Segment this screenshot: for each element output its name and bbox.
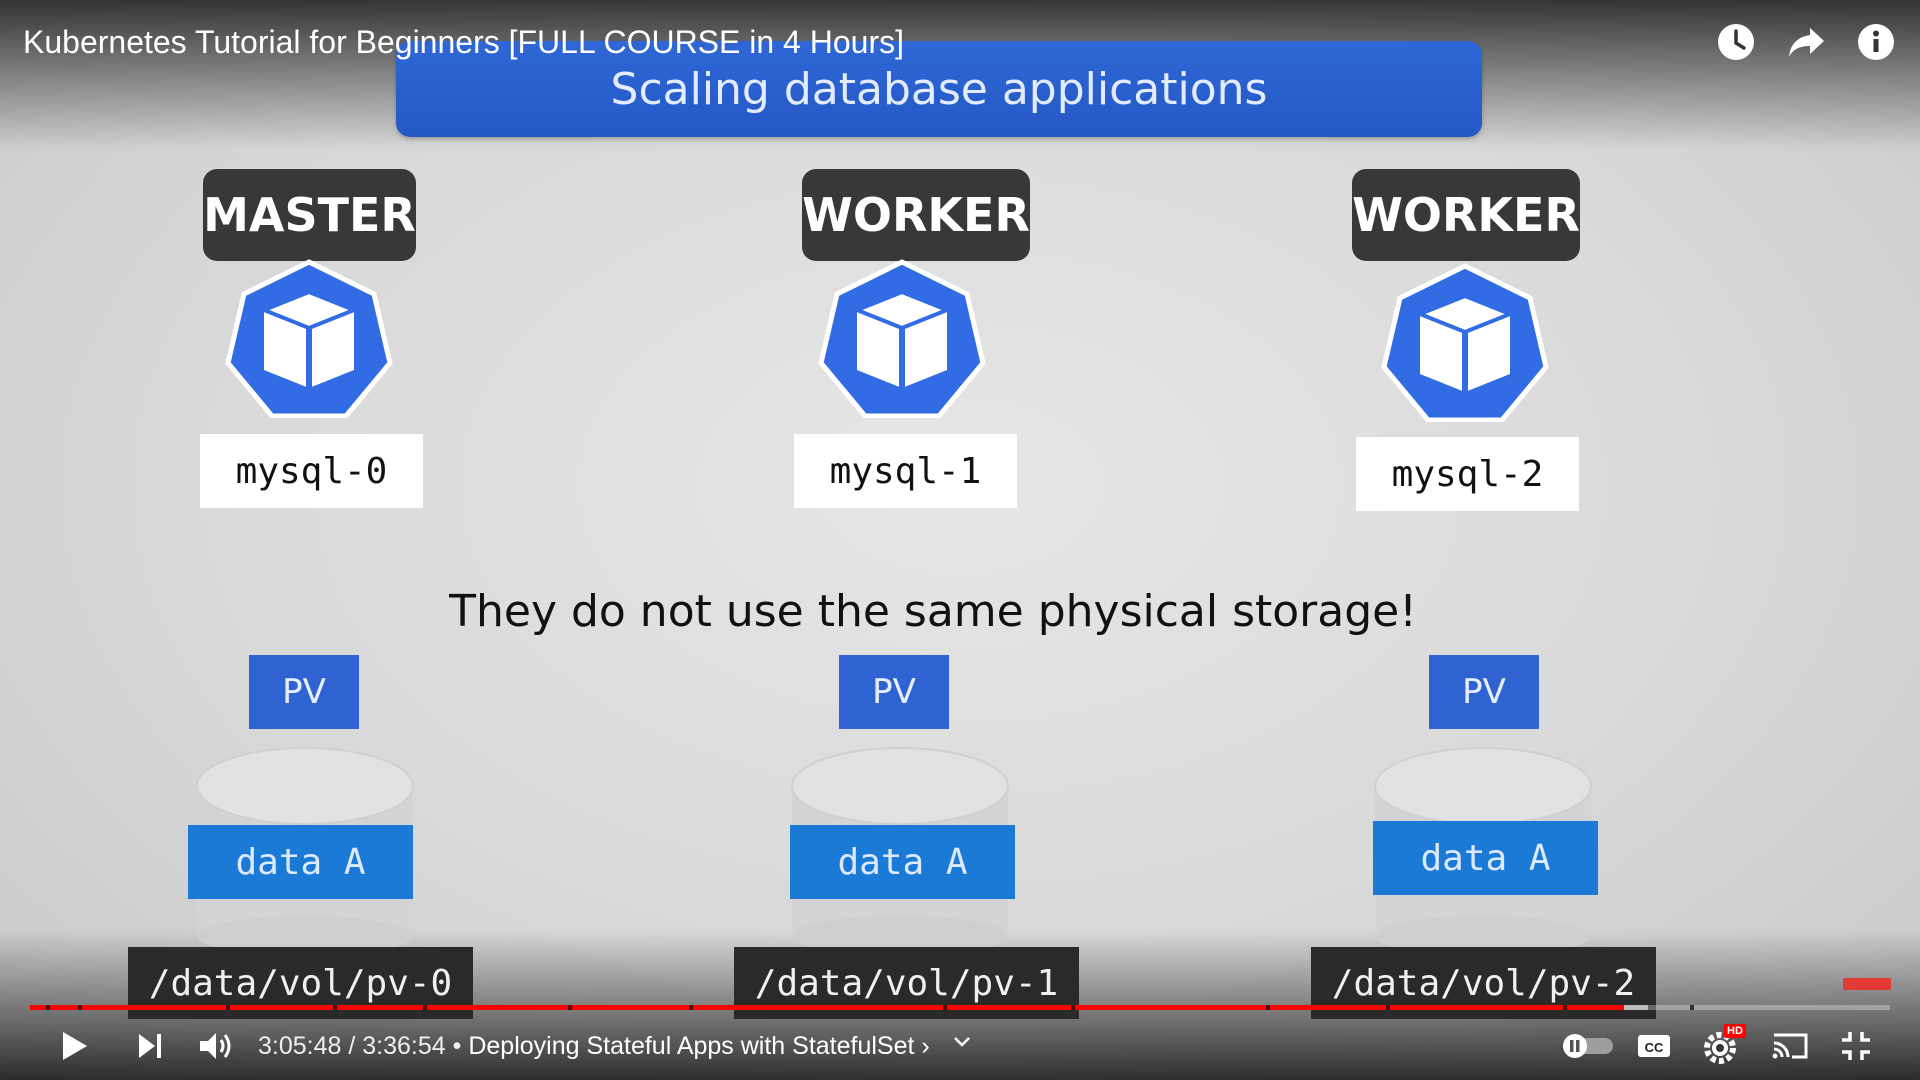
chevron-down-icon[interactable] xyxy=(938,1018,986,1066)
chapter-marker xyxy=(1386,1005,1390,1010)
chapter-bullet: • xyxy=(445,1032,469,1060)
player-controls: 3:05:48 / 3:36:54 • Deploying Stateful A… xyxy=(0,1022,1920,1072)
chapter-marker xyxy=(689,1005,693,1010)
progress-played xyxy=(30,1005,1625,1010)
duration: 3:36:54 xyxy=(362,1032,446,1060)
settings-gear-icon[interactable]: HD xyxy=(1700,1022,1748,1070)
share-icon[interactable] xyxy=(1786,22,1826,62)
cast-icon[interactable] xyxy=(1766,1022,1814,1070)
storage-message: They do not use the same physical storag… xyxy=(449,586,1417,637)
pv-label: PV xyxy=(839,655,949,729)
pod-name: mysql-1 xyxy=(794,434,1017,508)
chapter-marker xyxy=(943,1005,947,1010)
subscribe-watermark-icon[interactable] xyxy=(1843,978,1891,990)
pod-icon xyxy=(225,259,393,418)
data-label: data A xyxy=(1373,821,1598,895)
node-role-label: WORKER xyxy=(1352,169,1580,261)
pv-label: PV xyxy=(249,655,359,729)
next-button[interactable] xyxy=(126,1022,174,1070)
chapter-marker xyxy=(568,1005,572,1010)
chapter-marker xyxy=(78,1005,82,1010)
watch-later-icon[interactable] xyxy=(1716,22,1756,62)
pod-icon xyxy=(818,259,986,418)
info-icon[interactable] xyxy=(1856,22,1896,62)
chapter-marker xyxy=(1690,1005,1694,1010)
time-separator: / xyxy=(341,1032,363,1060)
chapter-marker xyxy=(46,1005,50,1010)
data-label: data A xyxy=(188,825,413,899)
captions-button[interactable]: CC xyxy=(1630,1022,1678,1070)
chapter-title[interactable]: Deploying Stateful Apps with StatefulSet xyxy=(468,1032,914,1060)
chapter-marker xyxy=(1266,1005,1270,1010)
exit-fullscreen-icon[interactable] xyxy=(1832,1022,1880,1070)
play-button[interactable] xyxy=(50,1022,98,1070)
chapter-marker xyxy=(333,1005,337,1010)
volume-button[interactable] xyxy=(192,1022,240,1070)
chapter-marker xyxy=(1563,1005,1567,1010)
video-title[interactable]: Kubernetes Tutorial for Beginners [FULL … xyxy=(23,24,904,61)
current-time: 3:05:48 xyxy=(258,1032,342,1060)
autoplay-toggle[interactable] xyxy=(1560,1022,1616,1070)
chapter-arrow[interactable]: › xyxy=(921,1032,929,1060)
pod-name: mysql-2 xyxy=(1356,437,1579,511)
pod-icon xyxy=(1381,263,1549,422)
progress-bar[interactable] xyxy=(30,1005,1890,1010)
top-actions xyxy=(1716,22,1896,62)
data-label: data A xyxy=(790,825,1015,899)
chapter-marker xyxy=(423,1005,427,1010)
chapter-marker xyxy=(1071,1005,1075,1010)
node-role-label: MASTER xyxy=(203,169,416,261)
pod-name: mysql-0 xyxy=(200,434,423,508)
time-display: 3:05:48 / 3:36:54 • Deploying Stateful A… xyxy=(258,1032,930,1061)
hd-badge: HD xyxy=(1724,1024,1746,1038)
svg-text:CC: CC xyxy=(1645,1040,1664,1055)
node-role-label: WORKER xyxy=(802,169,1030,261)
pv-label: PV xyxy=(1429,655,1539,729)
chapter-marker xyxy=(226,1005,230,1010)
